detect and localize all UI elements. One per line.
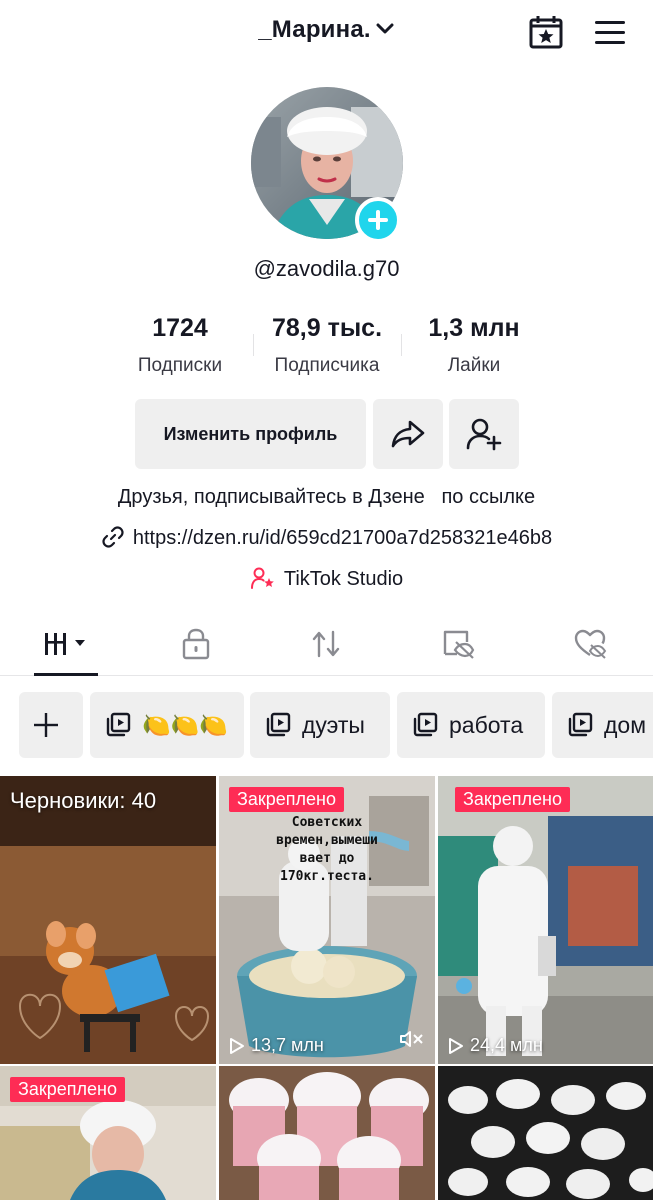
- drafts-tile[interactable]: Черновики: 40: [0, 776, 216, 1064]
- view-count: 13,7 млн: [229, 1035, 324, 1056]
- playlist-icon: [568, 712, 593, 737]
- collections-row: 🍋🍋🍋 дуэты работа дом: [0, 692, 653, 758]
- stat-followers-label: Подписчика: [274, 355, 380, 376]
- stat-following-value: 1724: [152, 314, 208, 342]
- profile-handle: @zavodila.g70: [253, 256, 400, 281]
- video-tile[interactable]: Закреплено 24,4 млн: [438, 776, 653, 1064]
- pinned-badge: Закреплено: [229, 787, 344, 812]
- top-bar: _Марина.: [0, 0, 653, 66]
- calendar-star-icon[interactable]: [528, 14, 564, 50]
- stat-following[interactable]: 1724 Подписки: [118, 312, 242, 378]
- pinned-badge: Закреплено: [455, 787, 570, 812]
- plus-icon: [34, 713, 58, 737]
- play-icon: [230, 1037, 244, 1054]
- liked-icon: [574, 629, 607, 659]
- playlist-icon: [266, 712, 291, 737]
- collection-chip[interactable]: 🍋🍋🍋: [90, 692, 244, 758]
- drafts-label: Черновики: 40: [10, 788, 157, 813]
- stat-divider: [401, 334, 402, 356]
- stat-following-label: Подписки: [137, 355, 223, 376]
- tab-videos[interactable]: [36, 626, 96, 662]
- stat-followers[interactable]: 78,9 тыс. Подписчика: [254, 312, 400, 378]
- lock-icon: [182, 628, 210, 660]
- tiktok-studio-label: TikTok Studio: [283, 568, 404, 590]
- video-caption: Советских времен,вымеши вает до 170кг.те…: [219, 814, 435, 886]
- share-profile-button[interactable]: [373, 399, 443, 469]
- add-user-icon: [466, 418, 502, 451]
- tiktok-studio-link[interactable]: TikTok Studio: [0, 567, 653, 591]
- share-arrow-icon: [391, 420, 425, 448]
- tab-reposts[interactable]: [296, 626, 356, 662]
- collection-chip[interactable]: дом: [552, 692, 653, 758]
- content-tabs: [0, 612, 653, 676]
- profile-stats: 1724 Подписки 78,9 тыс. Подписчика 1,3 м…: [0, 312, 653, 382]
- profile-link-text: https://dzen.ru/id/659cd21700a7d258321e4…: [132, 527, 553, 549]
- tab-hidden[interactable]: [428, 626, 488, 662]
- view-count-value: 13,7 млн: [251, 1035, 324, 1055]
- playlist-icon: [413, 712, 438, 737]
- collection-chip[interactable]: работа: [397, 692, 545, 758]
- chevron-down-icon: [375, 15, 395, 43]
- stat-divider: [253, 334, 254, 356]
- add-collection-button[interactable]: [19, 692, 83, 758]
- drafts-thumbnail: [0, 776, 216, 1064]
- video-grid: Черновики: 40 Советских времен,вымеши ва…: [0, 776, 653, 1200]
- add-avatar-button[interactable]: [355, 197, 401, 243]
- add-friend-button[interactable]: [449, 399, 519, 469]
- collection-label: дом: [604, 711, 647, 738]
- link-icon: [102, 526, 124, 548]
- view-count: 24,4 млн: [448, 1035, 543, 1056]
- tab-liked[interactable]: [560, 626, 620, 662]
- pinned-badge: Закреплено: [10, 1077, 125, 1102]
- video-thumbnail: [438, 1066, 653, 1200]
- play-icon: [449, 1037, 463, 1054]
- view-count-value: 24,4 млн: [470, 1035, 543, 1055]
- playlist-icon: [106, 712, 131, 737]
- studio-user-icon: [250, 567, 274, 589]
- edit-profile-button[interactable]: Изменить профиль: [135, 399, 366, 469]
- stat-likes-value: 1,3 млн: [428, 314, 520, 342]
- video-tile[interactable]: Советских времен,вымеши вает до 170кг.те…: [219, 776, 435, 1064]
- video-tile[interactable]: [219, 1066, 435, 1200]
- profile-link[interactable]: https://dzen.ru/id/659cd21700a7d258321e4…: [0, 526, 653, 550]
- stat-likes[interactable]: 1,3 млн Лайки: [412, 312, 536, 378]
- video-tile[interactable]: Закреплено: [0, 1066, 216, 1200]
- repost-icon: [312, 630, 340, 658]
- collection-label: дуэты: [302, 711, 365, 738]
- video-thumbnail: [438, 776, 653, 1064]
- stat-likes-label: Лайки: [447, 355, 501, 376]
- active-tab-indicator: [34, 673, 98, 676]
- plus-icon: [368, 210, 388, 230]
- account-name: _Марина.: [258, 16, 371, 43]
- hidden-icon: [443, 630, 475, 659]
- stat-followers-value: 78,9 тыс.: [271, 314, 383, 342]
- videos-grid-icon: [45, 633, 85, 655]
- collection-chip[interactable]: дуэты: [250, 692, 390, 758]
- video-thumbnail: [219, 1066, 435, 1200]
- hamburger-menu-icon[interactable]: [592, 16, 628, 50]
- video-caption-text: Советских времен,вымеши вает до 170кг.те…: [276, 815, 378, 884]
- tab-private[interactable]: [166, 626, 226, 662]
- collection-label: 🍋🍋🍋: [142, 711, 228, 738]
- profile-bio: Друзья, подписывайтесь в Дзене по ссылке: [117, 486, 536, 508]
- muted-icon: [399, 1029, 425, 1054]
- collection-label: работа: [449, 711, 524, 738]
- video-tile[interactable]: [438, 1066, 653, 1200]
